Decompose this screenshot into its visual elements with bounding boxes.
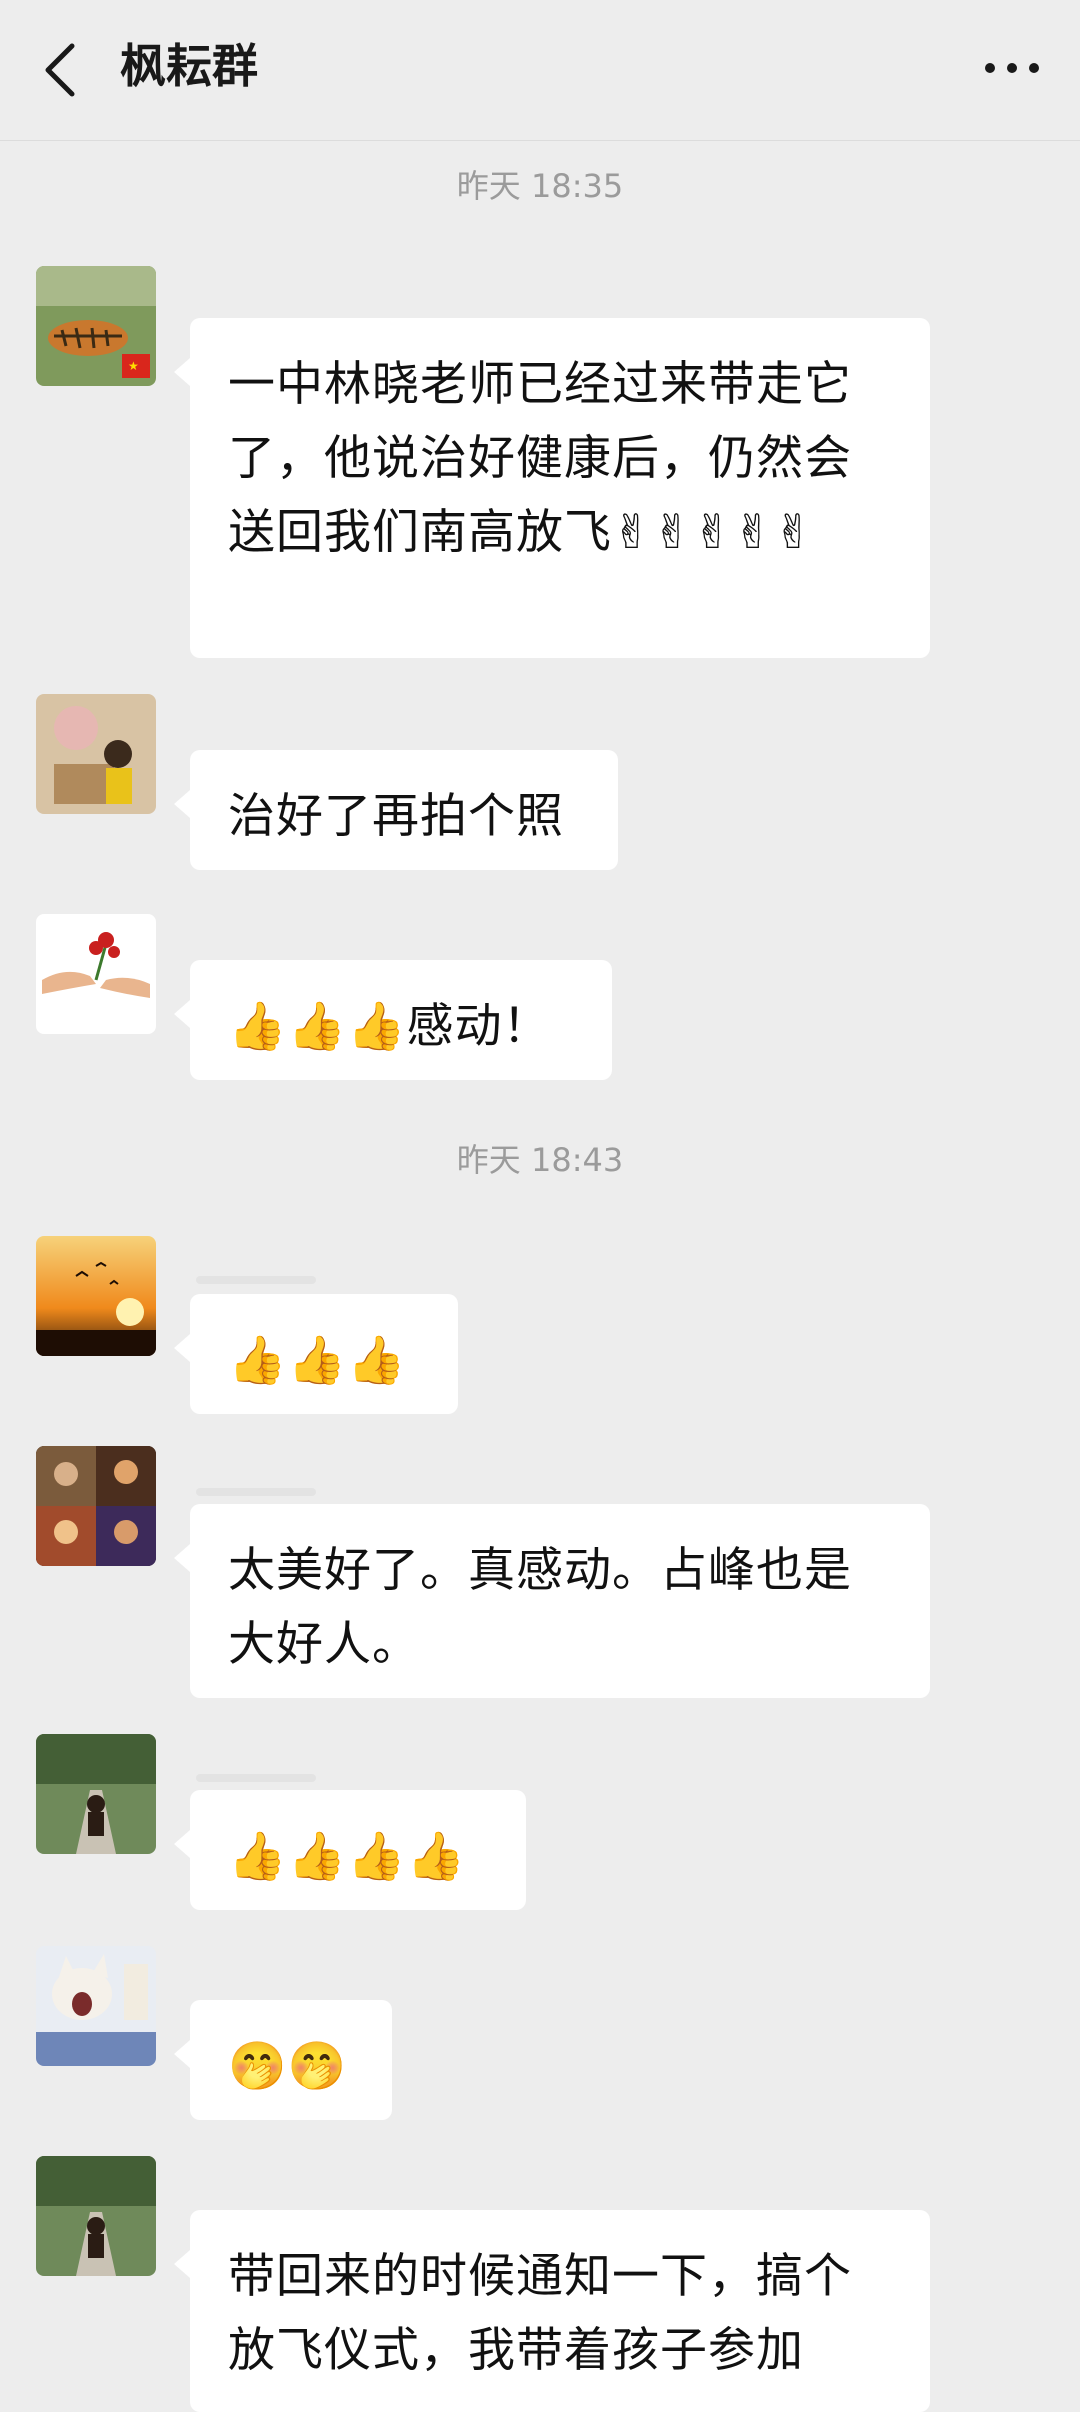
avatar-image	[36, 2156, 156, 2276]
avatar[interactable]	[36, 1446, 156, 1566]
message-text: 👍👍👍👍	[228, 1829, 467, 1884]
avatar-image	[36, 1236, 156, 1356]
message-bubble[interactable]: 👍👍👍感动！	[174, 960, 612, 1080]
message-bubble[interactable]: 🤭🤭	[174, 2000, 392, 2120]
avatar[interactable]: ★	[36, 266, 156, 386]
message-bubble[interactable]: 带回来的时候通知一下，搞个放飞仪式，我带着孩子参加	[174, 2210, 930, 2412]
avatar-image	[36, 1446, 156, 1566]
message-text: 带回来的时候通知一下，搞个放飞仪式，我带着孩子参加	[228, 2249, 852, 2378]
back-button[interactable]	[36, 38, 88, 102]
avatar-image	[36, 914, 156, 1034]
avatar-image	[36, 694, 156, 814]
back-chevron-icon	[45, 43, 75, 97]
timestamp: 昨天 18:35	[456, 167, 624, 205]
avatar[interactable]	[36, 1236, 156, 1356]
sender-name-placeholder	[196, 1774, 316, 1782]
sender-name-placeholder	[196, 1276, 316, 1284]
avatar-image	[36, 1734, 156, 1854]
message-text: 治好了再拍个照	[228, 789, 564, 844]
avatar-image: ★	[36, 266, 156, 386]
message-bubble[interactable]: 👍👍👍	[174, 1294, 458, 1414]
chat-title: 枫耘群	[120, 39, 258, 93]
avatar[interactable]	[36, 1946, 156, 2066]
message-bubble[interactable]: 治好了再拍个照	[174, 750, 618, 870]
avatar[interactable]	[36, 694, 156, 814]
more-button[interactable]	[980, 46, 1044, 90]
avatar[interactable]	[36, 2156, 156, 2276]
message-text: 🤭🤭	[228, 2039, 348, 2094]
message-text: 太美好了。真感动。占峰也是大好人。	[228, 1543, 852, 1672]
avatar-image	[36, 1946, 156, 2066]
more-dots-icon	[985, 63, 1039, 73]
sender-name-placeholder	[196, 1488, 316, 1496]
avatar[interactable]	[36, 1734, 156, 1854]
message-bubble[interactable]: 太美好了。真感动。占峰也是大好人。	[174, 1504, 930, 1698]
message-text: 👍👍👍	[228, 1333, 407, 1388]
message-bubble[interactable]: 一中林晓老师已经过来带走它了，他说治好健康后，仍然会送回我们南高放飞✌✌✌✌✌	[174, 318, 930, 658]
message-text: 👍👍👍感动！	[228, 999, 551, 1054]
message-text: 一中林晓老师已经过来带走它了，他说治好健康后，仍然会送回我们南高放飞✌✌✌✌✌	[228, 357, 852, 560]
message-bubble[interactable]: 👍👍👍👍	[174, 1790, 526, 1910]
timestamp: 昨天 18:43	[456, 1141, 624, 1179]
svg-text:★: ★	[128, 359, 139, 373]
top-bar: 枫耘群	[0, 0, 1080, 141]
avatar[interactable]	[36, 914, 156, 1034]
